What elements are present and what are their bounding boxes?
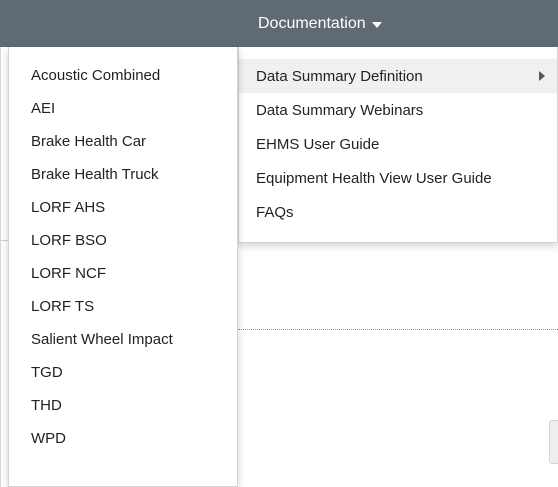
- submenu-item-label: Brake Health Car: [31, 133, 147, 150]
- submenu-item-lorf-ahs[interactable]: LORF AHS: [9, 191, 237, 224]
- documentation-label: Documentation: [258, 14, 366, 32]
- submenu-item-label: TGD: [31, 364, 63, 381]
- menu-item-label: Data Summary Webinars: [256, 101, 424, 119]
- data-summary-submenu: Acoustic Combined AEI Brake Health Car B…: [8, 47, 238, 487]
- top-navbar: Documentation: [0, 0, 558, 47]
- documentation-menu-toggle[interactable]: Documentation: [258, 0, 382, 47]
- submenu-item-tgd[interactable]: TGD: [9, 356, 237, 389]
- menu-item-data-summary-webinars[interactable]: Data Summary Webinars: [239, 93, 557, 127]
- menu-item-ehms-user-guide[interactable]: EHMS User Guide: [239, 127, 557, 161]
- submenu-item-label: WPD: [31, 430, 66, 447]
- page-divider: [0, 47, 1, 487]
- submenu-item-brake-health-truck[interactable]: Brake Health Truck: [9, 158, 237, 191]
- submenu-item-brake-health-car[interactable]: Brake Health Car: [9, 125, 237, 158]
- submenu-item-label: Acoustic Combined: [31, 67, 161, 84]
- submenu-item-thd[interactable]: THD: [9, 389, 237, 422]
- page-scroll-button[interactable]: [549, 420, 558, 464]
- chevron-right-icon: [539, 71, 545, 81]
- submenu-item-label: Salient Wheel Impact: [31, 331, 173, 348]
- submenu-item-label: Brake Health Truck: [31, 166, 159, 183]
- menu-item-label: EHMS User Guide: [256, 135, 380, 153]
- submenu-item-aei[interactable]: AEI: [9, 92, 237, 125]
- menu-item-label: Equipment Health View User Guide: [256, 169, 492, 187]
- submenu-item-label: AEI: [31, 100, 56, 117]
- page-divider: [0, 240, 8, 241]
- submenu-item-label: THD: [31, 397, 62, 414]
- submenu-item-wpd[interactable]: WPD: [9, 422, 237, 455]
- submenu-item-label: LORF TS: [31, 298, 95, 315]
- menu-item-label: FAQs: [256, 203, 294, 221]
- submenu-item-label: LORF NCF: [31, 265, 106, 282]
- menu-item-label: Data Summary Definition: [256, 67, 423, 85]
- submenu-item-lorf-ts[interactable]: LORF TS: [9, 290, 237, 323]
- page-dotted-divider: [238, 329, 558, 330]
- caret-down-icon: [371, 21, 382, 28]
- menu-item-equipment-health-view-user-guide[interactable]: Equipment Health View User Guide: [239, 161, 557, 195]
- submenu-item-salient-wheel-impact[interactable]: Salient Wheel Impact: [9, 323, 237, 356]
- submenu-item-label: LORF AHS: [31, 199, 106, 216]
- submenu-item-lorf-ncf[interactable]: LORF NCF: [9, 257, 237, 290]
- submenu-item-label: LORF BSO: [31, 232, 107, 249]
- documentation-dropdown: Data Summary Definition Data Summary Web…: [238, 47, 558, 243]
- submenu-item-acoustic-combined[interactable]: Acoustic Combined: [9, 59, 237, 92]
- submenu-item-lorf-bso[interactable]: LORF BSO: [9, 224, 237, 257]
- menu-item-faqs[interactable]: FAQs: [239, 195, 557, 229]
- menu-item-data-summary-definition[interactable]: Data Summary Definition: [239, 59, 557, 93]
